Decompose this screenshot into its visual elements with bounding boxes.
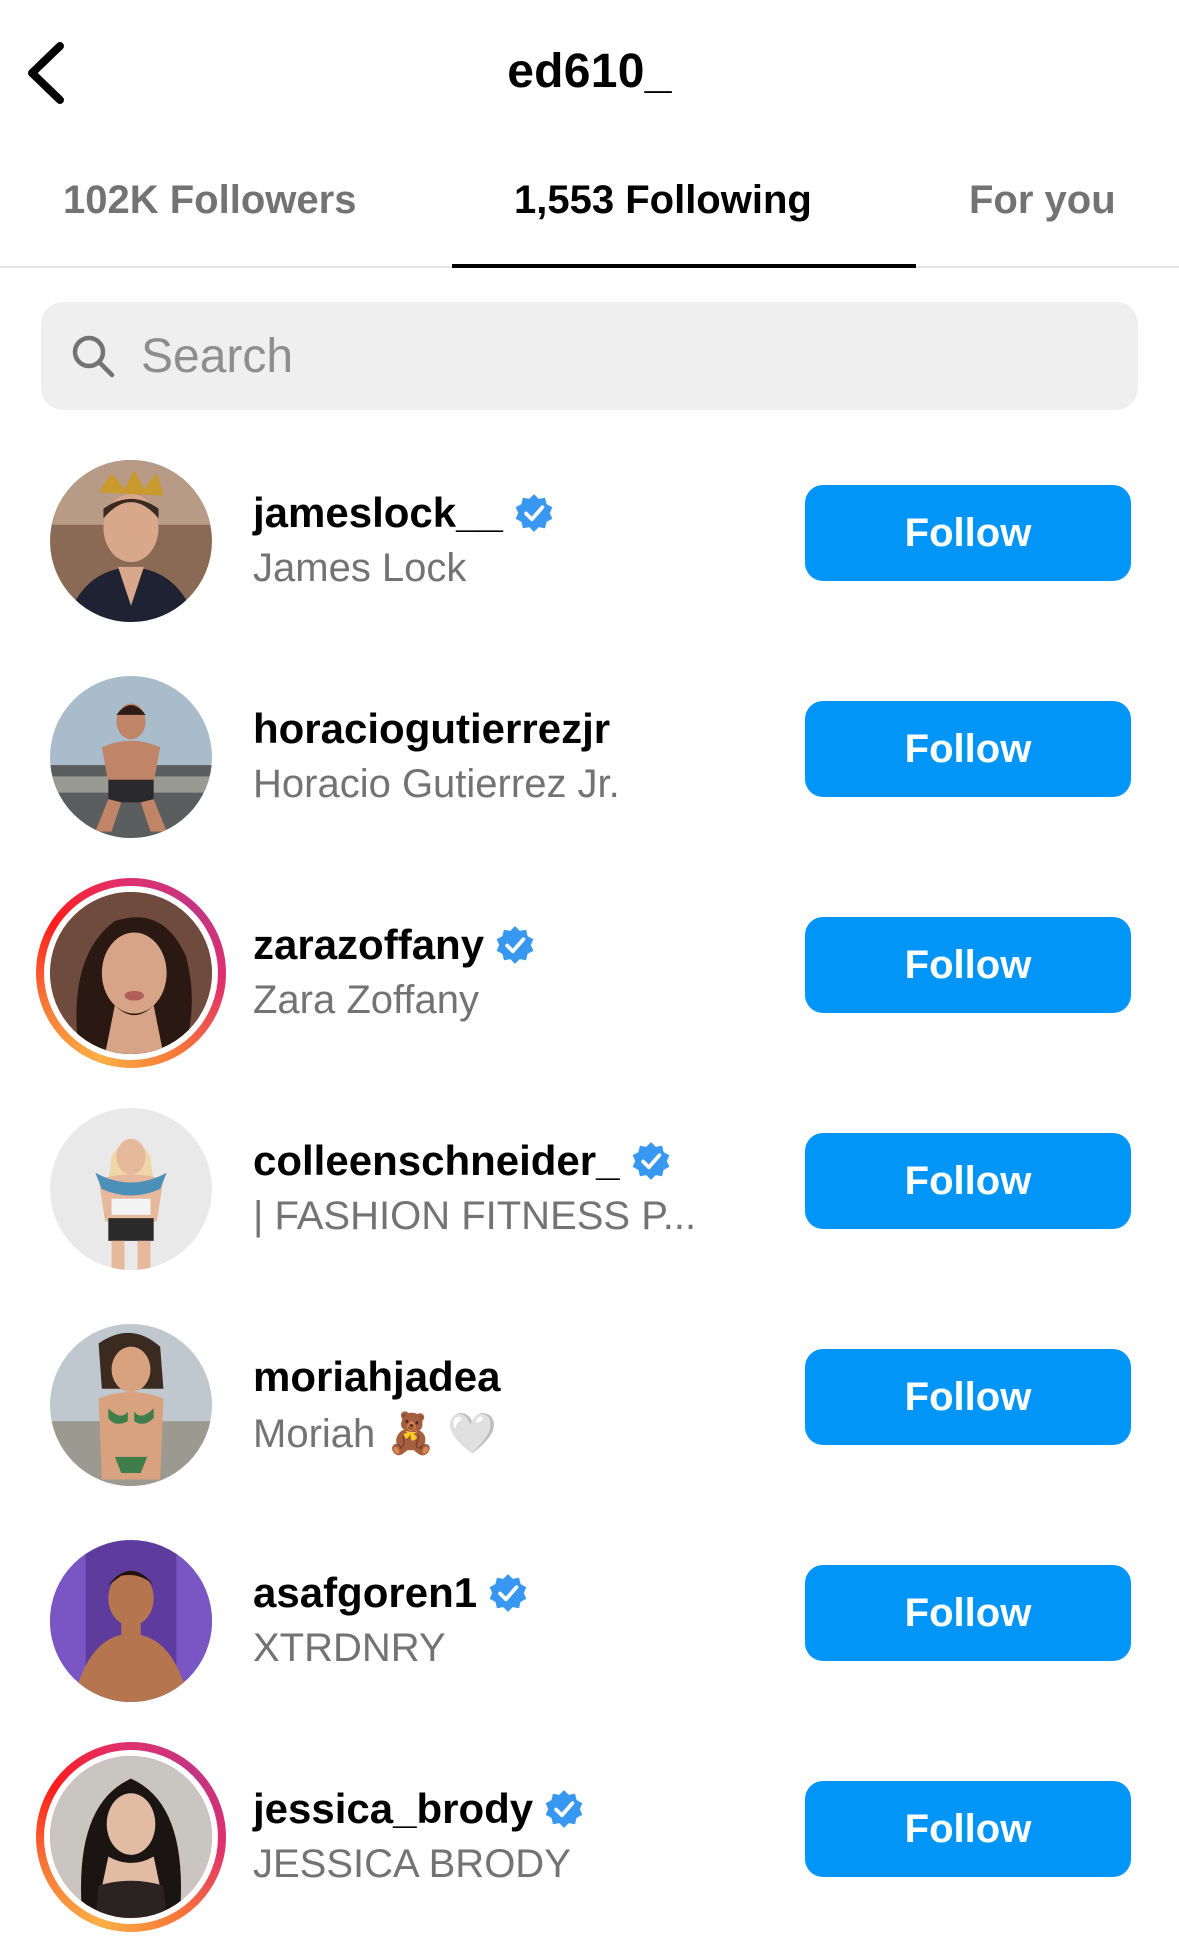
full-name: Zara Zoffany: [253, 978, 480, 1022]
search-bar[interactable]: [41, 302, 1138, 410]
tab-followers[interactable]: 102K Followers: [63, 178, 356, 223]
profile-photo: [50, 1108, 212, 1270]
page-title: ed610_: [507, 45, 672, 98]
username[interactable]: jameslock__: [253, 489, 503, 537]
avatar[interactable]: [36, 1526, 226, 1716]
username[interactable]: colleenschneider_: [253, 1137, 620, 1185]
username[interactable]: horaciogutierrezjr: [253, 705, 610, 753]
follow-button[interactable]: Follow: [805, 1133, 1131, 1229]
username-line: asafgoren1: [253, 1566, 529, 1620]
profile-photo: [50, 1756, 212, 1918]
full-name: XTRDNRY: [253, 1626, 446, 1670]
username-line: horaciogutierrezjr: [253, 702, 610, 756]
username[interactable]: zarazoffany: [253, 921, 484, 969]
username[interactable]: jessica_brody: [253, 1785, 533, 1833]
avatar-with-story-ring[interactable]: [36, 878, 226, 1068]
follow-button[interactable]: Follow: [805, 1781, 1131, 1877]
username-line: moriahjadea: [253, 1350, 500, 1404]
username-line: jameslock__: [253, 486, 555, 540]
tab-bar: 102K Followers 1,553 Following For you: [0, 150, 1179, 268]
full-name: | FASHION FITNESS P...: [253, 1194, 697, 1238]
avatar[interactable]: [36, 1094, 226, 1284]
full-name: JESSICA BRODY: [253, 1842, 571, 1886]
profile-photo: [50, 892, 212, 1054]
verified-badge-icon: [545, 1790, 583, 1828]
username-line: colleenschneider_: [253, 1134, 672, 1188]
follow-button[interactable]: Follow: [805, 1565, 1131, 1661]
avatar-with-story-ring[interactable]: [36, 1742, 226, 1932]
username-line: zarazoffany: [253, 918, 536, 972]
full-name: James Lock: [253, 546, 467, 590]
search-icon: [72, 335, 115, 378]
list-item[interactable]: moriahjadea Moriah 🧸 🤍 Follow: [0, 1302, 1179, 1518]
username-line: jessica_brody: [253, 1782, 585, 1836]
list-item[interactable]: jessica_brody JESSICA BRODY Follow: [0, 1734, 1179, 1942]
verified-badge-icon: [632, 1142, 669, 1180]
follow-button[interactable]: Follow: [805, 701, 1131, 797]
list-item[interactable]: colleenschneider_ | FASHION FITNESS P...…: [0, 1086, 1179, 1302]
profile-photo: [50, 460, 212, 622]
list-item[interactable]: jameslock__ James Lock Follow: [0, 438, 1179, 654]
profile-photo: [50, 1324, 212, 1486]
follow-button[interactable]: Follow: [805, 485, 1131, 581]
profile-photo: [50, 676, 212, 838]
verified-badge-icon: [515, 494, 553, 532]
tab-following[interactable]: 1,553 Following: [514, 178, 812, 223]
profile-photo: [50, 1540, 212, 1702]
full-name: Horacio Gutierrez Jr.: [253, 762, 620, 806]
active-tab-indicator: [452, 264, 916, 268]
list-item[interactable]: zarazoffany Zara Zoffany Follow: [0, 870, 1179, 1086]
verified-badge-icon: [496, 926, 534, 964]
username[interactable]: moriahjadea: [253, 1353, 500, 1401]
search-input[interactable]: [141, 302, 1101, 410]
avatar[interactable]: [36, 446, 226, 636]
tab-for-you[interactable]: For you: [969, 178, 1116, 223]
full-name: Moriah 🧸 🤍: [253, 1412, 498, 1456]
follow-button[interactable]: Follow: [805, 1349, 1131, 1445]
follow-button[interactable]: Follow: [805, 917, 1131, 1013]
avatar[interactable]: [36, 662, 226, 852]
verified-badge-icon: [489, 1574, 527, 1612]
avatar[interactable]: [36, 1310, 226, 1500]
username[interactable]: asafgoren1: [253, 1569, 477, 1617]
list-item[interactable]: horaciogutierrezjr Horacio Gutierrez Jr.…: [0, 654, 1179, 870]
top-bar: ed610_: [0, 0, 1179, 145]
list-item[interactable]: asafgoren1 XTRDNRY Follow: [0, 1518, 1179, 1734]
